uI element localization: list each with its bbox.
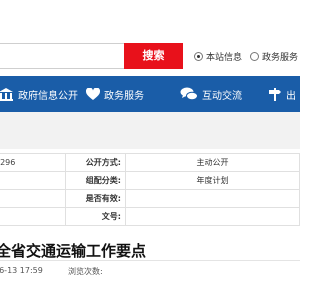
disclosure-method-value: 主动公开 xyxy=(125,153,300,172)
meta-left-value xyxy=(0,189,66,208)
table-row: 文号: xyxy=(0,207,300,226)
table-row: 是否有效: xyxy=(0,189,300,208)
article-title: 全省交通运输工作要点 xyxy=(0,242,147,260)
document-number-value xyxy=(125,207,300,226)
main-nav: 政府信息公开 政务服务 互动交流 出 xyxy=(0,76,300,112)
view-count-label: 浏览次数: xyxy=(68,267,103,276)
nav-item-gov-info[interactable]: 政府信息公开 xyxy=(0,76,78,112)
nav-item-gov-services[interactable]: 政务服务 xyxy=(86,76,144,112)
building-icon xyxy=(0,88,13,101)
breadcrumb-band xyxy=(0,112,300,149)
title-divider xyxy=(0,260,300,261)
radio-empty-icon xyxy=(250,52,259,61)
scope-gov-radio[interactable]: 政务服务 xyxy=(250,50,298,63)
top-search-bar: 搜索 本站信息 政务服务 xyxy=(0,0,300,76)
scope-site-label: 本站信息 xyxy=(206,53,243,63)
search-input[interactable] xyxy=(0,43,124,69)
disclosure-method-key: 公开方式: xyxy=(65,153,126,172)
nav-label: 出 xyxy=(286,90,296,102)
nav-label: 互动交流 xyxy=(202,90,242,102)
chat-bubbles-icon xyxy=(180,87,198,101)
table-row: 0296 公开方式: 主动公开 xyxy=(0,153,300,172)
nav-item-interaction[interactable]: 互动交流 xyxy=(180,76,242,112)
scope-gov-label: 政务服务 xyxy=(262,53,299,63)
meta-left-value xyxy=(0,171,66,190)
validity-value xyxy=(125,189,300,208)
validity-key: 是否有效: xyxy=(65,189,126,208)
meta-left-value xyxy=(0,207,66,226)
table-row: 组配分类: 年度计划 xyxy=(0,171,300,190)
nav-label: 政府信息公开 xyxy=(18,90,78,102)
category-key: 组配分类: xyxy=(65,171,126,190)
search-button[interactable]: 搜索 xyxy=(124,43,183,69)
radio-selected-icon xyxy=(194,52,203,61)
metadata-table: 0296 公开方式: 主动公开 组配分类: 年度计划 是否有效: 文号: xyxy=(0,153,300,226)
scope-site-radio[interactable]: 本站信息 xyxy=(194,50,242,63)
nav-item-more[interactable]: 出 xyxy=(268,76,296,112)
index-number-value: 0296 xyxy=(0,153,66,172)
category-value: 年度计划 xyxy=(125,171,300,190)
heart-icon xyxy=(86,87,100,100)
publish-date: 06-13 17:59 xyxy=(0,266,43,275)
signpost-icon xyxy=(269,88,281,101)
nav-label: 政务服务 xyxy=(104,90,144,102)
document-number-key: 文号: xyxy=(65,207,126,226)
